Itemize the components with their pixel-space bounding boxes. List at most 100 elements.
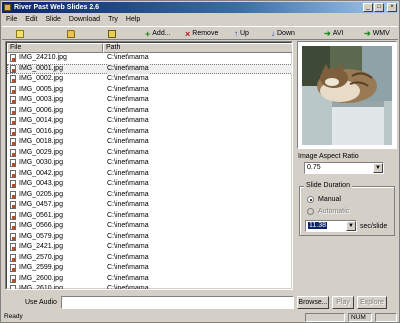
file-row[interactable]: IMG_0043.jpg C:\inet\mama bbox=[7, 179, 292, 190]
aspect-ratio-select[interactable]: 0.75 ▼ bbox=[304, 162, 384, 174]
image-file-icon bbox=[10, 222, 16, 230]
image-preview bbox=[297, 41, 397, 149]
file-row[interactable]: IMG_2570.jpg C:\inet\mama bbox=[7, 253, 292, 264]
file-row[interactable]: IMG_0566.jpg C:\inet\mama bbox=[7, 221, 292, 232]
file-row[interactable]: IMG_0003.jpg C:\inet\mama bbox=[7, 95, 292, 106]
add-button[interactable]: + Add... bbox=[145, 28, 171, 39]
file-name: IMG_0205.jpg bbox=[19, 190, 63, 198]
menu-file[interactable]: File bbox=[2, 14, 21, 25]
menu-download[interactable]: Download bbox=[65, 14, 104, 25]
file-row[interactable]: IMG_0001.jpg C:\inet\mama bbox=[7, 63, 292, 74]
menu-help[interactable]: Help bbox=[122, 14, 144, 25]
file-name: IMG_0016.jpg bbox=[19, 127, 63, 135]
file-row[interactable]: IMG_0014.jpg C:\inet\mama bbox=[7, 116, 292, 127]
image-file-icon bbox=[10, 159, 16, 167]
save-button[interactable] bbox=[108, 28, 116, 39]
file-row[interactable]: IMG_2600.jpg C:\inet\mama bbox=[7, 274, 292, 285]
file-name: IMG_0579.jpg bbox=[19, 232, 63, 240]
open-button[interactable] bbox=[67, 28, 75, 39]
file-name: IMG_2599.jpg bbox=[19, 264, 63, 271]
down-arrow-icon: ↓ bbox=[271, 28, 275, 38]
file-path: C:\inet\mama bbox=[107, 159, 149, 166]
avi-arrow-icon: ➜ bbox=[324, 28, 331, 38]
file-name: IMG_0003.jpg bbox=[19, 96, 63, 103]
image-file-icon bbox=[10, 232, 16, 241]
file-path: C:\inet\mama bbox=[107, 274, 149, 282]
use-audio-label: Use Audio bbox=[25, 299, 57, 306]
image-file-icon bbox=[10, 285, 16, 289]
file-row[interactable]: IMG_0457.jpg C:\inet\mama bbox=[7, 200, 292, 211]
file-row[interactable]: IMG_0205.jpg C:\inet\mama bbox=[7, 190, 292, 201]
file-row[interactable]: IMG_0002.jpg C:\inet\mama bbox=[7, 74, 292, 85]
chevron-down-icon[interactable]: ▼ bbox=[346, 221, 356, 231]
file-path: C:\inet\mama bbox=[107, 54, 149, 61]
audio-file-input[interactable] bbox=[61, 296, 294, 309]
slide-duration-group: Slide Duration Manual Automatic 11.38 ▼ … bbox=[299, 182, 395, 236]
close-button[interactable]: × bbox=[387, 3, 397, 12]
maximize-button[interactable]: □ bbox=[374, 3, 384, 12]
image-file-icon bbox=[10, 75, 16, 83]
minimize-button[interactable]: _ bbox=[363, 3, 373, 12]
image-file-icon bbox=[10, 148, 16, 157]
file-row[interactable]: IMG_2610.jpg C:\inet\mama bbox=[7, 284, 292, 290]
file-name: IMG_0030.jpg bbox=[19, 159, 63, 166]
manual-radio[interactable] bbox=[307, 196, 314, 203]
image-file-icon bbox=[10, 169, 16, 178]
aspect-ratio-value: 0.75 bbox=[307, 164, 321, 171]
file-name: IMG_0029.jpg bbox=[19, 148, 63, 156]
file-path: C:\inet\mama bbox=[107, 285, 149, 290]
down-label: Down bbox=[277, 29, 295, 37]
wmv-label: WMV bbox=[372, 29, 390, 37]
menu-bar: File Edit Slide Download Try Help bbox=[2, 14, 398, 25]
file-row[interactable]: IMG_0030.jpg C:\inet\mama bbox=[7, 158, 292, 169]
remove-button[interactable]: × Remove bbox=[185, 28, 218, 39]
file-row[interactable]: IMG_24210.jpg C:\inet\mama bbox=[7, 53, 292, 64]
down-button[interactable]: ↓ Down bbox=[271, 28, 295, 39]
menu-slide[interactable]: Slide bbox=[41, 14, 65, 25]
status-bar: Ready NUM bbox=[2, 312, 398, 323]
file-row[interactable]: IMG_0579.jpg C:\inet\mama bbox=[7, 232, 292, 243]
app-window: River Past Web Slides 2.6 _ □ × File Edi… bbox=[0, 0, 400, 323]
file-row[interactable]: IMG_0029.jpg C:\inet\mama bbox=[7, 148, 292, 159]
file-row[interactable]: IMG_0006.jpg C:\inet\mama bbox=[7, 106, 292, 117]
seconds-value: 11.38 bbox=[308, 222, 327, 229]
column-header-path[interactable]: Path bbox=[103, 43, 292, 53]
wmv-button[interactable]: ➜ WMV bbox=[364, 28, 390, 39]
new-button[interactable] bbox=[16, 28, 24, 39]
file-path: C:\inet\mama bbox=[107, 232, 149, 240]
image-file-icon bbox=[10, 243, 16, 251]
menu-try[interactable]: Try bbox=[104, 14, 122, 25]
up-button[interactable]: ↑ Up bbox=[234, 28, 249, 39]
slide-duration-title: Slide Duration bbox=[304, 182, 352, 190]
browse-button[interactable]: Browse... bbox=[297, 296, 329, 309]
status-num: NUM bbox=[348, 313, 372, 322]
file-name: IMG_0043.jpg bbox=[19, 180, 63, 187]
manual-label: Manual bbox=[318, 196, 341, 203]
menu-edit[interactable]: Edit bbox=[21, 14, 41, 25]
file-row[interactable]: IMG_0042.jpg C:\inet\mama bbox=[7, 169, 292, 180]
avi-button[interactable]: ➜ AVI bbox=[324, 28, 343, 39]
file-row[interactable]: IMG_2599.jpg C:\inet\mama bbox=[7, 263, 292, 274]
seconds-unit-label: sec/slide bbox=[360, 223, 388, 230]
play-button[interactable]: Play bbox=[332, 296, 354, 309]
automatic-radio[interactable] bbox=[307, 208, 314, 215]
seconds-select[interactable]: 11.38 ▼ bbox=[305, 220, 357, 232]
explore-button[interactable]: Explore bbox=[357, 296, 387, 309]
file-row[interactable]: IMG_0561.jpg C:\inet\mama bbox=[7, 211, 292, 222]
file-path: C:\inet\mama bbox=[107, 138, 149, 145]
file-row[interactable]: IMG_2421.jpg C:\inet\mama bbox=[7, 242, 292, 253]
column-header-file[interactable]: File bbox=[7, 43, 103, 53]
image-file-icon bbox=[10, 274, 16, 283]
file-row[interactable]: IMG_0016.jpg C:\inet\mama bbox=[7, 127, 292, 138]
file-name: IMG_0005.jpg bbox=[19, 85, 63, 93]
file-list[interactable]: File Path IMG_24210.jpg C:\inet\mama IMG_0… bbox=[5, 41, 293, 290]
title-bar[interactable]: River Past Web Slides 2.6 _ □ × bbox=[2, 2, 398, 13]
file-row[interactable]: IMG_0018.jpg C:\inet\mama bbox=[7, 137, 292, 148]
toolbar: + Add... × Remove ↑ Up ↓ Down ➜ AVI ➜ WM… bbox=[2, 26, 398, 40]
file-row[interactable]: IMG_0005.jpg C:\inet\mama bbox=[7, 85, 292, 96]
open-icon bbox=[67, 29, 75, 38]
file-path: C:\inet\mama bbox=[107, 96, 149, 103]
automatic-label: Automatic bbox=[318, 208, 350, 215]
image-file-icon bbox=[10, 54, 16, 62]
chevron-down-icon[interactable]: ▼ bbox=[373, 163, 383, 173]
